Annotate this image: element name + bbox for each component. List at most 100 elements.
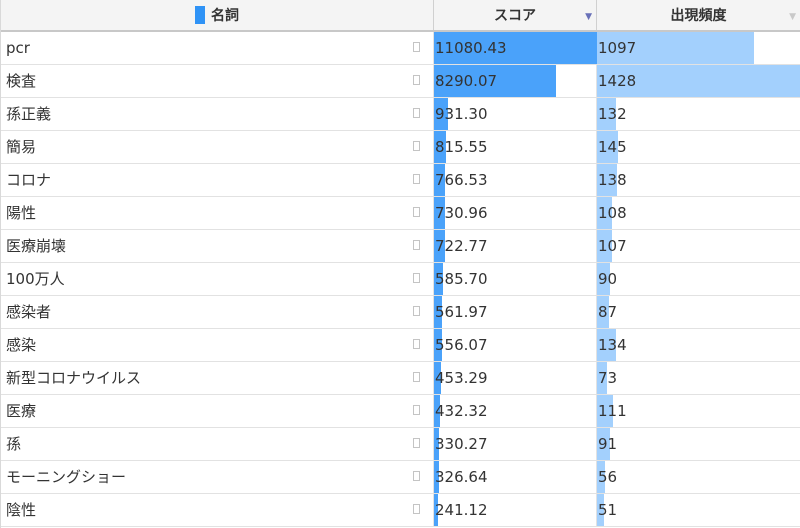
- table-row[interactable]: 医療崩壊 722.77 107: [1, 230, 800, 263]
- term-text: コロナ: [6, 171, 52, 189]
- score-value: 722.77: [435, 237, 488, 255]
- score-value: 8290.07: [435, 72, 498, 90]
- score-cell: 730.96: [434, 197, 597, 229]
- score-cell: 561.97: [434, 296, 597, 328]
- frequency-value: 107: [598, 237, 627, 255]
- term-cell: 陰性: [1, 494, 434, 526]
- table-row[interactable]: 孫正義 931.30 132: [1, 98, 800, 131]
- score-cell: 453.29: [434, 362, 597, 394]
- frequency-value: 145: [598, 138, 627, 156]
- frequency-value: 90: [598, 270, 618, 288]
- score-cell: 766.53: [434, 164, 597, 196]
- table-row[interactable]: 感染者 561.97 87: [1, 296, 800, 329]
- sort-neutral-icon[interactable]: ▼: [789, 13, 796, 22]
- filter-icon[interactable]: [413, 471, 420, 481]
- frequency-value: 132: [598, 105, 627, 123]
- table-row[interactable]: 検査 8290.07 1428: [1, 65, 800, 98]
- filter-icon[interactable]: [413, 174, 420, 184]
- frequency-cell: 107: [597, 230, 800, 262]
- score-cell: 330.27: [434, 428, 597, 460]
- frequency-cell: 51: [597, 494, 800, 526]
- filter-icon[interactable]: [413, 504, 420, 514]
- filter-icon[interactable]: [413, 372, 420, 382]
- term-text: pcr: [6, 39, 30, 57]
- frequency-value: 1097: [598, 39, 637, 57]
- filter-icon[interactable]: [413, 42, 420, 52]
- term-text: 陽性: [6, 204, 37, 222]
- term-cell: 感染者: [1, 296, 434, 328]
- table-row[interactable]: 陽性 730.96 108: [1, 197, 800, 230]
- filter-icon[interactable]: [413, 75, 420, 85]
- column-header-term[interactable]: 名詞: [1, 0, 434, 30]
- table-row[interactable]: 感染 556.07 134: [1, 329, 800, 362]
- sort-descending-icon[interactable]: ▼: [585, 13, 592, 22]
- frequency-cell: 90: [597, 263, 800, 295]
- filter-icon[interactable]: [413, 207, 420, 217]
- filter-icon[interactable]: [413, 273, 420, 283]
- term-cell: モーニングショー: [1, 461, 434, 493]
- score-cell: 11080.43: [434, 32, 597, 64]
- score-cell: 432.32: [434, 395, 597, 427]
- frequency-value: 73: [598, 369, 618, 387]
- term-cell: 100万人: [1, 263, 434, 295]
- filter-icon[interactable]: [413, 339, 420, 349]
- score-value: 326.64: [435, 468, 488, 486]
- frequency-cell: 108: [597, 197, 800, 229]
- score-value: 556.07: [435, 336, 488, 354]
- score-value: 815.55: [435, 138, 488, 156]
- term-text: 孫: [6, 435, 22, 453]
- term-cell: 簡易: [1, 131, 434, 163]
- score-value: 730.96: [435, 204, 488, 222]
- table-row[interactable]: 100万人 585.70 90: [1, 263, 800, 296]
- table-row[interactable]: 医療 432.32 111: [1, 395, 800, 428]
- frequency-value: 134: [598, 336, 627, 354]
- score-value: 330.27: [435, 435, 488, 453]
- term-color-swatch: [195, 6, 205, 24]
- filter-icon[interactable]: [413, 438, 420, 448]
- term-text: 感染者: [6, 303, 52, 321]
- filter-icon[interactable]: [413, 108, 420, 118]
- term-text: 簡易: [6, 138, 37, 156]
- frequency-cell: 145: [597, 131, 800, 163]
- frequency-cell: 138: [597, 164, 800, 196]
- score-value: 561.97: [435, 303, 488, 321]
- score-value: 931.30: [435, 105, 488, 123]
- table-row[interactable]: 孫 330.27 91: [1, 428, 800, 461]
- table-row[interactable]: コロナ 766.53 138: [1, 164, 800, 197]
- term-cell: 孫: [1, 428, 434, 460]
- term-text: 感染: [6, 336, 37, 354]
- frequency-cell: 132: [597, 98, 800, 130]
- frequency-value: 108: [598, 204, 627, 222]
- term-cell: コロナ: [1, 164, 434, 196]
- frequency-cell: 73: [597, 362, 800, 394]
- column-header-frequency-label: 出現頻度: [670, 8, 727, 24]
- data-grid: 名詞 スコア ▼ 出現頻度 ▼ pcr 11080.43 1097 検査 8290.07…: [0, 0, 800, 528]
- frequency-value: 111: [598, 402, 627, 420]
- term-text: 孫正義: [6, 105, 52, 123]
- frequency-cell: 1428: [597, 65, 800, 97]
- table-row[interactable]: モーニングショー 326.64 56: [1, 461, 800, 494]
- filter-icon[interactable]: [413, 405, 420, 415]
- term-text: 陰性: [6, 501, 37, 519]
- filter-icon[interactable]: [413, 306, 420, 316]
- score-cell: 722.77: [434, 230, 597, 262]
- table-row[interactable]: 簡易 815.55 145: [1, 131, 800, 164]
- filter-icon[interactable]: [413, 240, 420, 250]
- table-row[interactable]: 陰性 241.12 51: [1, 494, 800, 527]
- score-value: 11080.43: [435, 39, 507, 57]
- table-row[interactable]: 新型コロナウイルス 453.29 73: [1, 362, 800, 395]
- filter-icon[interactable]: [413, 141, 420, 151]
- frequency-cell: 87: [597, 296, 800, 328]
- frequency-cell: 56: [597, 461, 800, 493]
- term-cell: 陽性: [1, 197, 434, 229]
- column-header-term-label: 名詞: [211, 8, 239, 24]
- column-header-frequency[interactable]: 出現頻度 ▼: [597, 0, 800, 30]
- frequency-cell: 1097: [597, 32, 800, 64]
- term-text: 新型コロナウイルス: [6, 369, 142, 387]
- column-header-score[interactable]: スコア ▼: [434, 0, 597, 30]
- table-row[interactable]: pcr 11080.43 1097: [1, 32, 800, 65]
- frequency-value: 1428: [598, 72, 637, 90]
- score-value: 241.12: [435, 501, 488, 519]
- frequency-value: 138: [598, 171, 627, 189]
- score-cell: 326.64: [434, 461, 597, 493]
